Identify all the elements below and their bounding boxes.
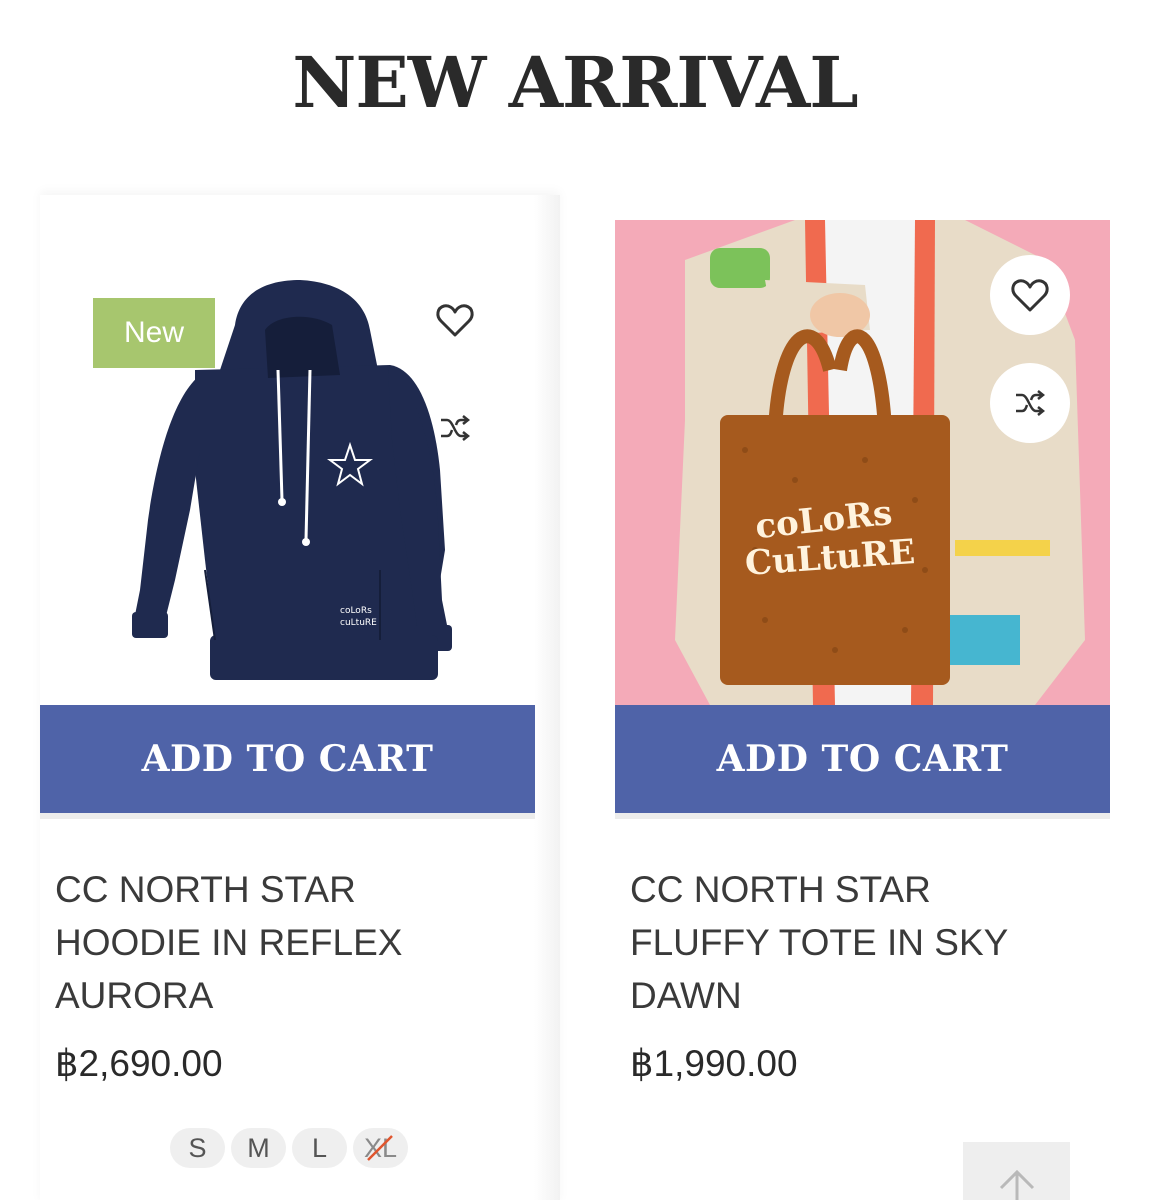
compare-button[interactable] bbox=[415, 388, 495, 468]
product-price: ฿1,990.00 bbox=[630, 1043, 798, 1084]
unavailable-strike-icon bbox=[367, 1135, 393, 1161]
size-option-l[interactable]: L bbox=[292, 1128, 347, 1168]
size-option-m[interactable]: M bbox=[231, 1128, 286, 1168]
heart-icon bbox=[436, 304, 474, 337]
compare-button[interactable] bbox=[990, 363, 1070, 443]
product-image-link[interactable]: coLoRs cuLtuRE New bbox=[40, 220, 535, 705]
divider bbox=[40, 813, 535, 819]
arrow-up-icon bbox=[999, 1169, 1034, 1200]
shuffle-icon bbox=[1016, 390, 1046, 416]
heart-icon bbox=[1011, 279, 1049, 312]
shuffle-icon bbox=[441, 415, 471, 441]
new-badge: New bbox=[93, 298, 215, 368]
svg-text:coLoRs: coLoRs bbox=[340, 606, 372, 616]
svg-text:cuLtuRE: cuLtuRE bbox=[340, 618, 377, 628]
divider bbox=[615, 813, 1110, 819]
size-option-xl-unavailable: XL bbox=[353, 1128, 408, 1168]
page: NEW ARRIVAL coLoRs cuLtuRE New ADD TO CA… bbox=[0, 0, 1150, 1200]
product-name-link[interactable]: CC NORTH STAR HOODIE IN REFLEX AURORA bbox=[55, 863, 475, 1022]
product-price: ฿2,690.00 bbox=[55, 1043, 223, 1084]
size-option-s[interactable]: S bbox=[170, 1128, 225, 1168]
wishlist-button[interactable] bbox=[990, 255, 1070, 335]
add-to-cart-button[interactable]: ADD TO CART bbox=[40, 705, 535, 813]
product-image-link[interactable]: coLoRs CuLtuRE bbox=[615, 220, 1110, 705]
section-title: NEW ARRIVAL bbox=[292, 41, 858, 124]
add-to-cart-button[interactable]: ADD TO CART bbox=[615, 705, 1110, 813]
size-options: S M L XL bbox=[170, 1128, 408, 1168]
wishlist-button[interactable] bbox=[415, 280, 495, 360]
product-name-link[interactable]: CC NORTH STAR FLUFFY TOTE IN SKY DAWN bbox=[630, 863, 1050, 1022]
scroll-to-top-button[interactable] bbox=[963, 1142, 1070, 1200]
